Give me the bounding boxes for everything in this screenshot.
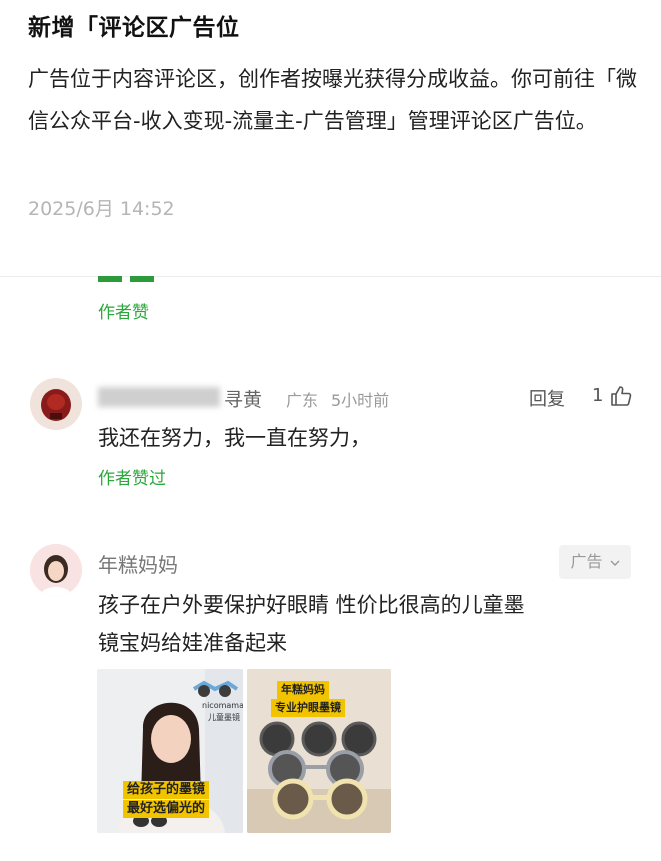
ad-image-1[interactable]: nicomama 儿童墨镜 给孩子的墨镜 最好选偏光的: [97, 669, 243, 833]
comment-time: 5小时前: [331, 391, 390, 410]
brand-label: nicomama: [202, 701, 243, 710]
ad-image-2-tag-line2: 专业护眼墨镜: [271, 699, 345, 717]
ad-image-2[interactable]: 年糕妈妈 专业护眼墨镜: [247, 669, 391, 833]
ad-text-line2: 镜宝妈给娃准备起来: [98, 631, 287, 655]
ad-badge-label: 广告: [570, 552, 603, 571]
notice-time: 2025/6月 14:52: [28, 198, 175, 220]
notice-title: 新增「评论区广告位: [28, 15, 240, 41]
author-liked-tag: 作者赞: [98, 303, 149, 323]
author-like-strip: [98, 276, 122, 282]
chevron-down-icon: [610, 560, 620, 566]
author-liked-tag: 作者赞过: [98, 469, 166, 489]
ad-avatar-image-icon: [30, 544, 82, 596]
avatar[interactable]: [30, 378, 82, 430]
comment-location: 广东: [286, 391, 319, 410]
redacted-username: [98, 387, 220, 407]
reply-button[interactable]: 回复: [529, 385, 565, 411]
comment-text: 我还在努力，我一直在努力，: [98, 426, 371, 450]
notice-card: 新增「评论区广告位 广告位于内容评论区，创作者按曝光获得分成收益。你可前往「微信…: [0, 0, 661, 276]
ad-badge[interactable]: 广告: [559, 545, 631, 579]
ad-image-1-caption-line2: 最好选偏光的: [123, 800, 210, 818]
comment-username[interactable]: 寻黄: [224, 385, 262, 412]
brand-sub-label: 儿童墨镜: [208, 713, 240, 722]
like-count[interactable]: 1: [592, 385, 603, 406]
notice-body: 广告位于内容评论区，创作者按曝光获得分成收益。你可前往「微信公众平台-收入变现-…: [28, 67, 637, 133]
ad-image-2-tag-line1: 年糕妈妈: [277, 681, 329, 699]
ad-avatar[interactable]: [30, 544, 82, 596]
author-like-strip: [130, 276, 154, 282]
ad-account-name[interactable]: 年糕妈妈: [98, 549, 178, 578]
ad-image-1-caption-line1: 给孩子的墨镜: [123, 781, 210, 799]
avatar-image-icon: [30, 378, 82, 430]
thumbs-up-icon[interactable]: [609, 384, 633, 408]
ad-text-line1: 孩子在户外要保护好眼睛 性价比很高的儿童墨: [98, 593, 525, 617]
